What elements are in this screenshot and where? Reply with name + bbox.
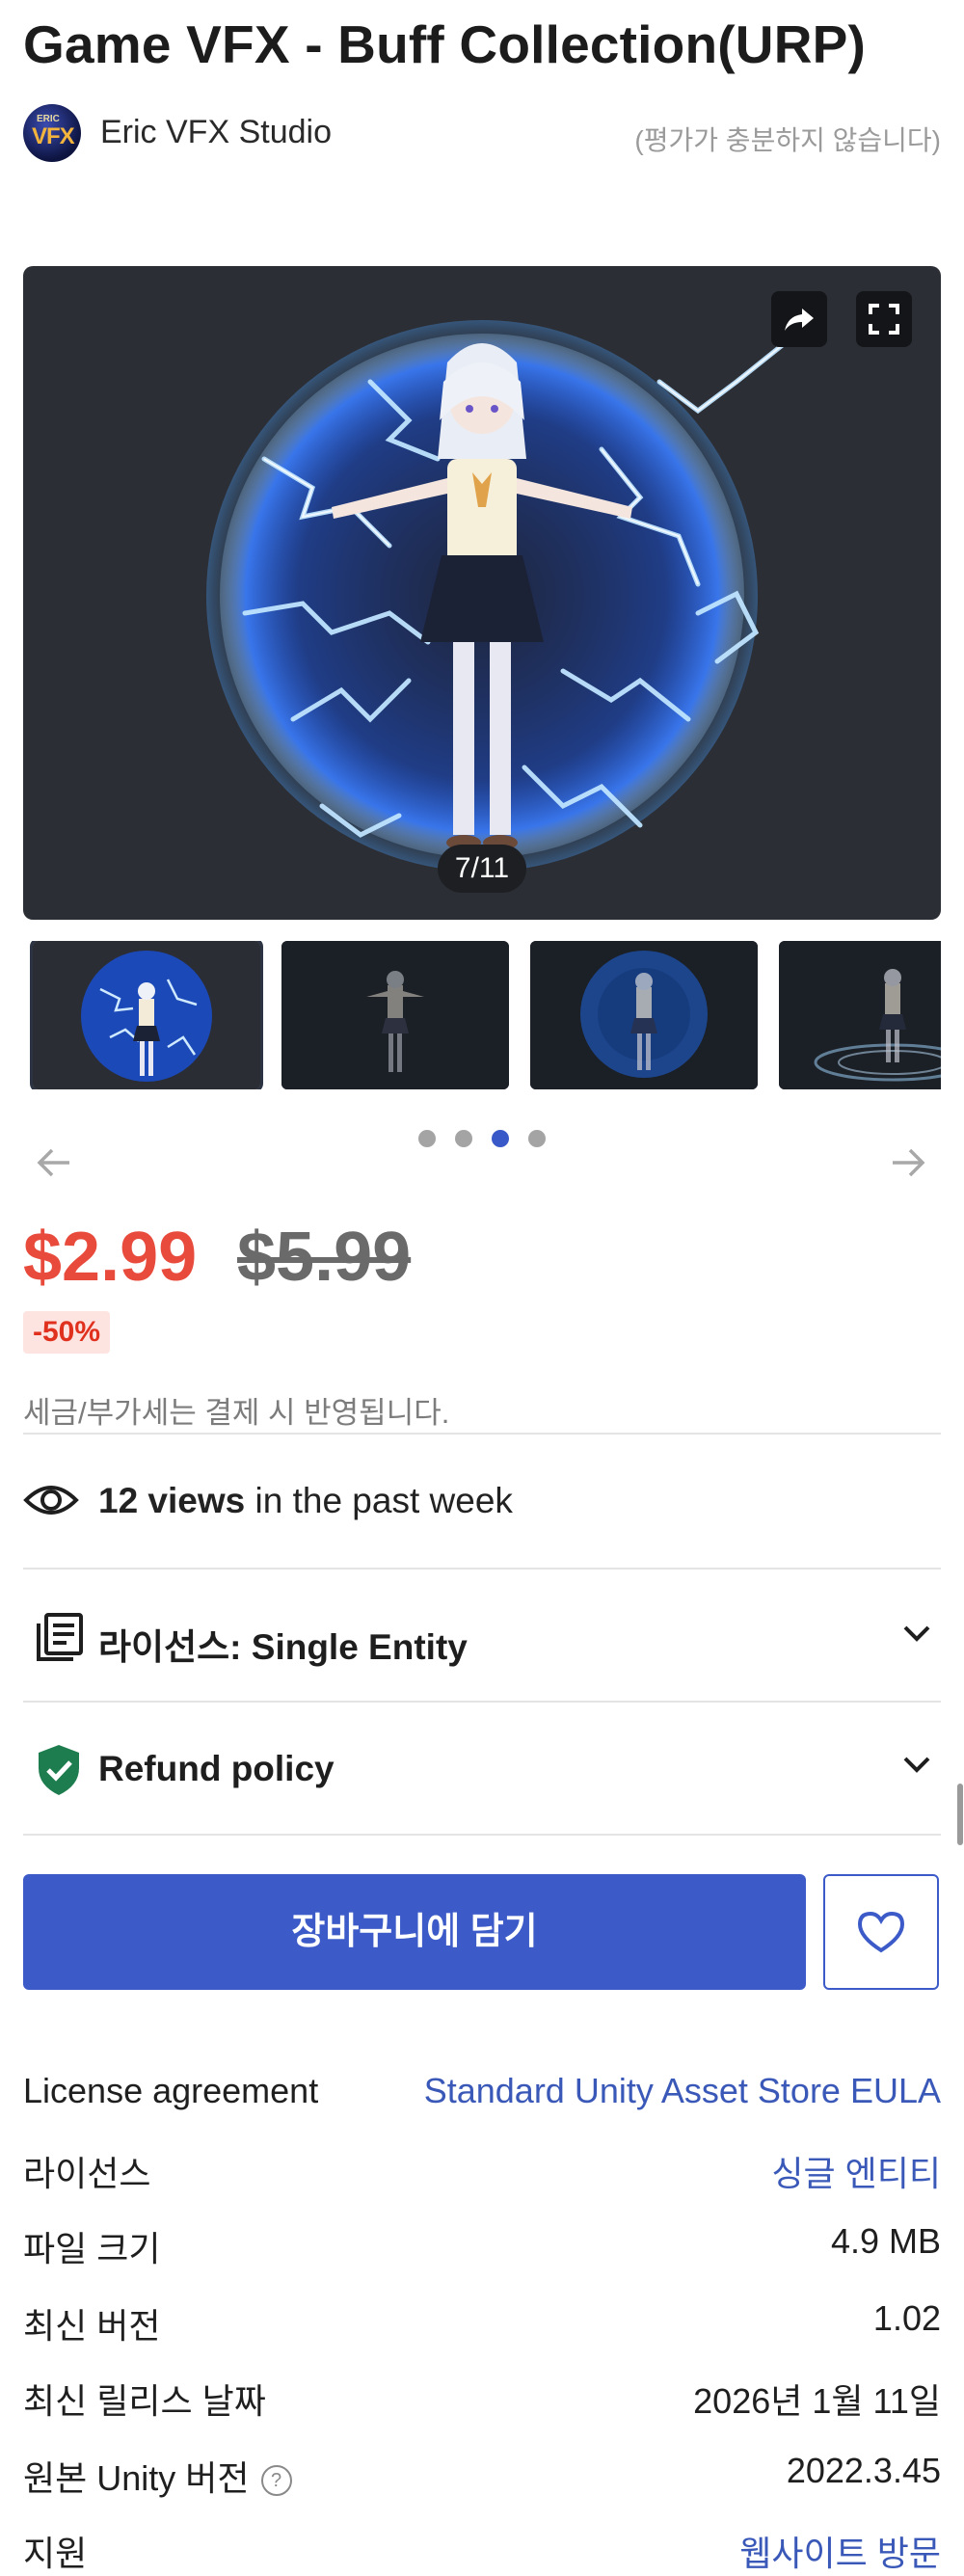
detail-key: 지원: [23, 2534, 88, 2573]
heart-icon: [857, 1911, 905, 1953]
divider: [23, 1834, 941, 1836]
thumbnail-image: [530, 941, 758, 1089]
views-suffix: in the past week: [245, 1481, 513, 1520]
scrollbar-thumb[interactable]: [957, 1784, 963, 1845]
divider: [23, 1433, 941, 1435]
gallery-pagination: [415, 1130, 549, 1149]
license-accordion-label: 라이선스: Single Entity: [98, 1627, 468, 1667]
thumbnail-image: [779, 941, 941, 1089]
detail-row-latest-version: 최신 버전 1.02: [23, 2294, 941, 2346]
refund-accordion[interactable]: Refund policy: [23, 1739, 941, 1797]
thumbnail[interactable]: [779, 941, 941, 1089]
avatar-text-big: VFX: [32, 123, 75, 149]
divider: [23, 1701, 941, 1703]
fullscreen-button[interactable]: [856, 291, 912, 347]
detail-row-support: 지원 웹사이트 방문: [23, 2522, 941, 2573]
prev-arrow-icon[interactable]: [35, 1145, 73, 1180]
media-viewer[interactable]: 7/11: [23, 266, 941, 920]
pagination-dot[interactable]: [528, 1130, 546, 1147]
discount-badge: -50%: [23, 1311, 111, 1354]
detail-key: 라이선스: [23, 2154, 151, 2193]
next-arrow-icon[interactable]: [889, 1145, 927, 1180]
help-icon[interactable]: ?: [260, 2465, 292, 2497]
detail-key: License agreement: [23, 2071, 319, 2110]
detail-key: 원본 Unity 버전?: [23, 2451, 292, 2501]
support-website-link[interactable]: 웹사이트 방문: [739, 2526, 941, 2576]
detail-row-license-agreement: License agreement Standard Unity Asset S…: [23, 2067, 941, 2115]
eula-link[interactable]: Standard Unity Asset Store EULA: [424, 2071, 941, 2111]
detail-key: 최신 릴리스 날짜: [23, 2381, 266, 2421]
pagination-dot[interactable]: [455, 1130, 472, 1147]
current-price: $2.99: [23, 1219, 198, 1296]
detail-key: 최신 버전: [23, 2306, 161, 2346]
thumbnail[interactable]: [530, 941, 758, 1089]
thumbnail-strip: [23, 941, 941, 1089]
thumbnail[interactable]: [281, 941, 509, 1089]
pagination-dot-active[interactable]: [492, 1130, 509, 1147]
preview-image: [206, 320, 788, 872]
rating-note: (평가가 충분하지 않습니다): [634, 125, 941, 155]
slide-counter: 7/11: [438, 845, 526, 893]
unity-version-label: 원본 Unity 버전: [23, 2458, 250, 2498]
divider: [23, 1568, 941, 1570]
product-title: Game VFX - Buff Collection(URP): [23, 14, 867, 74]
release-date-value: 2026년 1월 11일: [693, 2381, 941, 2421]
detail-row-file-size: 파일 크기 4.9 MB: [23, 2217, 941, 2268]
views-count: 12 views: [98, 1481, 246, 1520]
shield-check-icon: [39, 1745, 79, 1795]
pagination-dot[interactable]: [418, 1130, 436, 1147]
file-size-value: 4.9 MB: [830, 2221, 941, 2261]
fullscreen-icon: [869, 304, 899, 335]
eye-icon: [23, 1486, 79, 1515]
wishlist-button[interactable]: [823, 1874, 939, 1990]
thumbnail-image: [33, 941, 260, 1089]
add-to-cart-button[interactable]: 장바구니에 담기: [23, 1874, 806, 1990]
share-icon: [785, 309, 814, 331]
thumbnail[interactable]: [30, 941, 263, 1089]
license-link[interactable]: 싱글 엔티티: [771, 2146, 941, 2196]
views-text: 12 views in the past week: [98, 1481, 513, 1521]
detail-row-license: 라이선스 싱글 엔티티: [23, 2142, 941, 2193]
version-value: 1.02: [872, 2298, 941, 2338]
detail-row-unity-version: 원본 Unity 버전? 2022.3.45: [23, 2447, 941, 2498]
refund-accordion-label: Refund policy: [98, 1749, 335, 1788]
publisher-avatar[interactable]: ERIC VFX: [23, 104, 81, 162]
views-row: 12 views in the past week: [23, 1475, 941, 1527]
tax-note: 세금/부가세는 결제 시 반영됩니다.: [23, 1396, 450, 1430]
chevron-down-icon: [903, 1625, 930, 1642]
detail-row-release-date: 최신 릴리스 날짜 2026년 1월 11일: [23, 2370, 941, 2421]
share-button[interactable]: [771, 291, 827, 347]
publisher-link[interactable]: Eric VFX Studio: [100, 114, 332, 151]
thumbnail-image: [281, 941, 509, 1089]
original-price: $5.99: [237, 1219, 412, 1296]
license-accordion[interactable]: 라이선스: Single Entity: [23, 1608, 941, 1667]
detail-key: 파일 크기: [23, 2229, 161, 2268]
document-list-icon: [37, 1613, 83, 1661]
unity-version-value: 2022.3.45: [786, 2451, 941, 2490]
publisher-row: ERIC VFX Eric VFX Studio (평가가 충분하지 않습니다): [23, 102, 941, 164]
chevron-down-icon: [903, 1757, 930, 1773]
